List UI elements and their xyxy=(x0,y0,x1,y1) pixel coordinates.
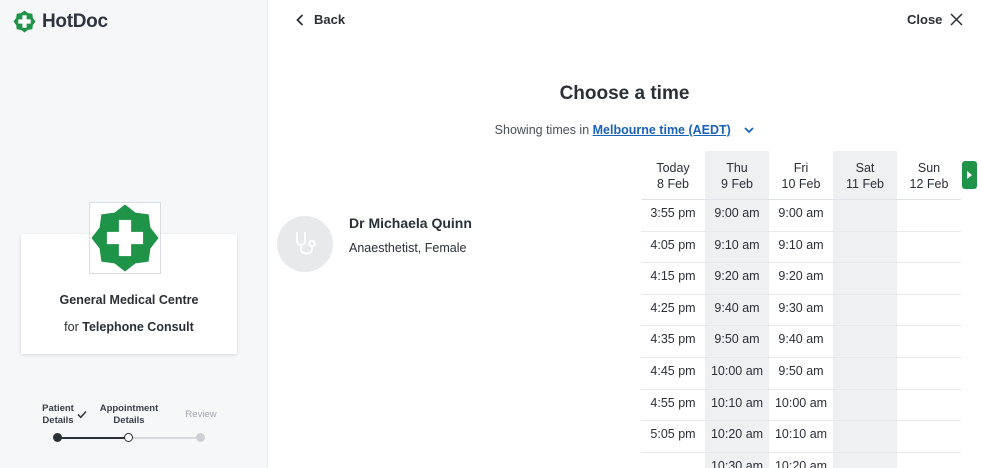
time-slot[interactable]: 4:55 pm xyxy=(641,396,705,410)
time-slot[interactable]: 10:10 am xyxy=(705,396,769,410)
doctor-avatar xyxy=(277,216,333,272)
row-divider xyxy=(641,388,961,390)
day-date: 11 Feb xyxy=(846,177,884,191)
time-slot[interactable]: 9:00 am xyxy=(769,206,833,220)
doctor-meta: Anaesthetist, Female xyxy=(349,241,467,255)
brand-logo[interactable]: HotDoc xyxy=(13,10,108,33)
step-line-upcoming xyxy=(130,437,200,439)
close-button[interactable]: Close xyxy=(907,12,963,27)
clinic-for-prefix: for xyxy=(64,320,79,334)
step-patient-details: Patient Details xyxy=(42,403,74,426)
chevron-left-icon xyxy=(296,13,304,26)
brand-name: HotDoc xyxy=(42,10,108,32)
time-slot[interactable]: 9:50 am xyxy=(769,364,833,378)
clinic-name: General Medical Centre xyxy=(59,293,199,307)
header-divider xyxy=(641,199,961,200)
day-header: Sat 11 Feb xyxy=(833,160,897,192)
time-slot[interactable]: 9:30 am xyxy=(769,301,833,315)
clinic-service: for Telephone Consult xyxy=(21,320,237,334)
time-slot[interactable]: 10:20 am xyxy=(705,427,769,441)
caret-right-icon xyxy=(967,171,972,179)
row-divider xyxy=(641,357,961,358)
page-title: Choose a time xyxy=(559,83,690,104)
time-slot[interactable]: 9:40 am xyxy=(705,301,769,315)
time-slot[interactable]: 10:00 am xyxy=(705,364,769,378)
row-divider xyxy=(641,325,961,327)
timezone-link[interactable]: Melbourne time (AEDT) xyxy=(593,123,731,137)
time-slot[interactable]: 4:45 pm xyxy=(641,364,705,378)
time-slot[interactable]: 9:00 am xyxy=(705,206,769,220)
time-slot[interactable]: 4:25 pm xyxy=(641,301,705,315)
step-line-done xyxy=(58,437,128,439)
clinic-logo xyxy=(89,202,161,274)
back-label: Back xyxy=(314,12,346,27)
stethoscope-icon xyxy=(296,232,316,255)
time-slot[interactable]: 9:10 am xyxy=(705,238,769,252)
day-header: Sun 12 Feb xyxy=(897,160,961,192)
step-dot-current xyxy=(124,433,133,442)
row-divider xyxy=(641,420,961,422)
day-name: Today xyxy=(656,161,690,175)
day-date: 10 Feb xyxy=(781,177,821,191)
time-slot[interactable]: 3:55 pm xyxy=(641,206,705,220)
time-slot[interactable]: 9:10 am xyxy=(769,238,833,252)
progress-steps: Patient Details Appointment Details Review xyxy=(30,400,230,450)
medical-cross-icon xyxy=(91,204,159,272)
row-divider xyxy=(641,262,961,264)
sidebar: HotDoc General Medical Centre for Teleph… xyxy=(0,0,268,468)
day-name: Fri xyxy=(793,161,809,175)
doctor-name: Dr Michaela Quinn xyxy=(349,215,472,231)
time-slot[interactable]: 4:15 pm xyxy=(641,269,705,283)
step-appointment-details: Appointment Details xyxy=(99,403,159,426)
day-header: Thu 9 Feb xyxy=(705,160,769,192)
clinic-service-name: Telephone Consult xyxy=(82,320,194,334)
schedule-grid: Today 8 Feb 3:55 pm 4:05 pm 4:15 pm 4:25 pm 4:… xyxy=(641,151,961,468)
row-divider xyxy=(641,451,961,453)
day-date: 8 Feb xyxy=(657,177,689,191)
time-slot[interactable]: 10:10 am xyxy=(769,427,833,441)
back-button[interactable]: Back xyxy=(296,12,345,27)
day-date: 9 Feb xyxy=(721,177,753,191)
day-name: Sun xyxy=(917,161,941,175)
step-dot-upcoming xyxy=(196,433,205,442)
time-slot[interactable]: 4:35 pm xyxy=(641,332,705,346)
time-slot[interactable]: 10:30 am xyxy=(705,459,769,468)
timezone-row: Showing times in Melbourne time (AEDT) xyxy=(268,123,981,137)
time-slot[interactable]: 9:20 am xyxy=(769,269,833,283)
row-divider xyxy=(641,293,961,295)
next-days-button[interactable] xyxy=(962,161,977,189)
time-slot[interactable]: 10:00 am xyxy=(769,396,833,410)
step-dot-done xyxy=(53,433,62,442)
close-icon xyxy=(950,13,963,26)
day-header: Today 8 Feb xyxy=(641,160,705,192)
day-date: 12 Feb xyxy=(909,177,949,191)
day-name: Sat xyxy=(855,161,875,175)
row-divider xyxy=(641,230,961,232)
timezone-prefix: Showing times in xyxy=(494,123,590,137)
hotdoc-cross-icon xyxy=(13,10,36,33)
time-slot[interactable]: 9:20 am xyxy=(705,269,769,283)
time-slot[interactable]: 5:05 pm xyxy=(641,427,705,441)
check-icon xyxy=(77,410,87,419)
time-slot[interactable]: 9:50 am xyxy=(705,332,769,346)
day-name: Thu xyxy=(726,161,748,175)
time-slot[interactable]: 4:05 pm xyxy=(641,238,705,252)
day-header: Fri 10 Feb xyxy=(769,160,833,192)
chevron-down-icon[interactable] xyxy=(744,127,754,134)
step-review: Review xyxy=(185,409,217,420)
time-slot[interactable]: 10:20 am xyxy=(769,459,833,468)
close-label: Close xyxy=(907,12,943,27)
time-slot[interactable]: 9:40 am xyxy=(769,332,833,346)
